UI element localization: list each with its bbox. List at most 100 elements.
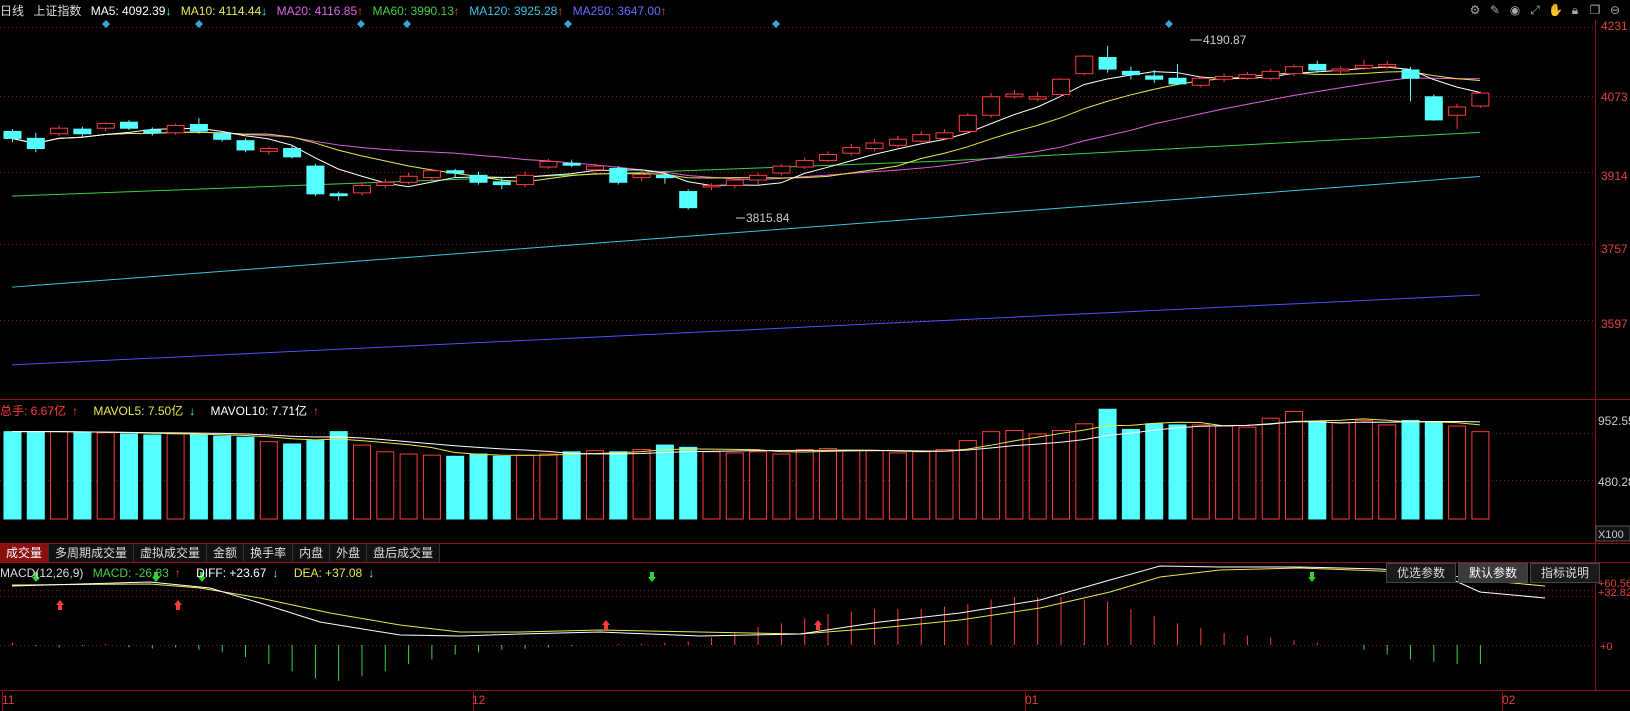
candle-body <box>1168 77 1187 85</box>
volume-bar <box>306 440 325 520</box>
candle-body <box>725 179 744 187</box>
candle-body <box>353 185 371 194</box>
candle-body <box>120 121 138 129</box>
macd-value: MACD: -26.83 <box>92 566 169 580</box>
macd-name[interactable]: MACD(12,26,9) <box>0 566 83 580</box>
candle-body <box>819 154 837 162</box>
candle-body <box>469 174 488 183</box>
markers <box>102 20 1173 28</box>
candle-body <box>842 147 861 154</box>
ma20-line <box>11 77 1480 181</box>
candle-body <box>609 167 628 183</box>
volume-bar <box>586 450 604 520</box>
grid <box>0 20 1630 691</box>
volume-bar <box>655 444 674 520</box>
mavol10: MAVOL10: 7.71亿 <box>210 404 308 418</box>
event-marker <box>357 20 365 28</box>
volume-bar <box>772 453 791 520</box>
event-marker <box>772 20 780 28</box>
volume-bar <box>1145 423 1164 520</box>
candle-body <box>982 96 1001 116</box>
event-marker <box>564 20 572 28</box>
tab-turnover[interactable]: 换手率 <box>244 544 294 562</box>
candle-body <box>586 165 604 171</box>
candle-body <box>912 134 931 142</box>
ma60-line <box>11 131 1480 197</box>
candle-body <box>492 181 511 186</box>
candle-body <box>795 160 814 168</box>
date-label-dec: 12 <box>472 693 486 707</box>
volume-bar <box>1471 431 1490 520</box>
candle-body <box>446 170 465 174</box>
tab-multi-period-volume[interactable]: 多周期成交量 <box>49 544 135 562</box>
candle-body <box>399 175 418 183</box>
tab-amount[interactable]: 金额 <box>207 544 245 562</box>
volume-bar <box>1401 419 1420 520</box>
volume-bar <box>795 449 814 520</box>
volume-bar <box>539 453 558 520</box>
volume-bars <box>3 408 1490 520</box>
volume-bar <box>353 444 371 520</box>
kline-chart[interactable]: 4231 4073 3914 3757 3597 952.55 480.28 X… <box>0 0 1630 711</box>
candle-body <box>1145 75 1164 80</box>
volume-bar <box>166 433 185 520</box>
candle-body <box>1215 75 1234 80</box>
volume-bar <box>73 432 92 520</box>
candle-body <box>1354 64 1373 69</box>
event-marker <box>1165 20 1173 28</box>
price-tick-4: 3757 <box>1601 242 1628 256</box>
volume-bar <box>376 451 395 520</box>
default-params-button[interactable]: 默认参数 <box>1457 563 1528 583</box>
volume-bar <box>1191 424 1210 520</box>
tab-virtual-volume[interactable]: 虚拟成交量 <box>134 544 208 562</box>
candle-body <box>1471 92 1490 107</box>
indicator-help-button[interactable]: 指标说明 <box>1529 563 1600 583</box>
volume-bar <box>888 452 907 520</box>
candle-body <box>1331 68 1350 72</box>
candle-body <box>283 148 302 158</box>
volume-bar <box>120 433 138 520</box>
volume-bar <box>446 455 465 520</box>
volume-bar <box>189 434 208 520</box>
volume-bar <box>3 431 22 520</box>
vol-unit: X100 <box>1598 529 1624 541</box>
candle-body <box>888 138 907 146</box>
volume-bar <box>50 431 69 520</box>
ma120-line <box>11 176 1480 288</box>
candle-body <box>1191 77 1210 86</box>
volume-bar <box>702 451 721 520</box>
price-gridlines <box>0 27 1595 711</box>
volume-bar <box>912 451 931 520</box>
sell-arrow-icon <box>648 572 656 582</box>
volume-bar <box>1261 417 1280 520</box>
tab-after-hours[interactable]: 盘后成交量 <box>367 544 441 562</box>
tab-outer[interactable]: 外盘 <box>330 544 368 562</box>
candle-body <box>935 132 954 139</box>
vol-tick-2: 480.28 <box>1598 475 1630 489</box>
volume-bar <box>422 454 441 520</box>
volume-bar <box>935 449 954 520</box>
buy-arrow-icon <box>56 600 64 610</box>
date-label-feb: 02 <box>1502 693 1516 707</box>
diff-value: DIFF: +23.67 <box>196 566 267 580</box>
volume-bar <box>749 451 768 520</box>
optimized-params-button[interactable]: 优选参数 <box>1385 563 1456 583</box>
mavol5: MAVOL5: 7.50亿 <box>93 404 184 418</box>
volume-bar <box>958 440 977 520</box>
tab-inner[interactable]: 内盘 <box>293 544 331 562</box>
macd-panel <box>11 565 1546 681</box>
candle-body <box>632 173 651 179</box>
volume-bar <box>1331 422 1350 520</box>
volume-legend: 总手: 6.67亿 ↑ MAVOL5: 7.50亿 ↓ MAVOL10: 7.71亿… <box>0 404 320 418</box>
volume-bar <box>842 450 861 520</box>
candle-body <box>50 127 69 135</box>
price-tick-1: 4231 <box>1601 19 1628 33</box>
candle-body <box>679 191 698 209</box>
candle-body <box>1261 70 1280 79</box>
candle-body <box>749 174 768 181</box>
buy-arrow-icon <box>602 620 610 630</box>
volume-bar <box>399 453 418 520</box>
tab-volume[interactable]: 成交量 <box>0 544 50 562</box>
volume-bar <box>516 454 535 520</box>
date-label-nov: 11 <box>2 693 15 707</box>
